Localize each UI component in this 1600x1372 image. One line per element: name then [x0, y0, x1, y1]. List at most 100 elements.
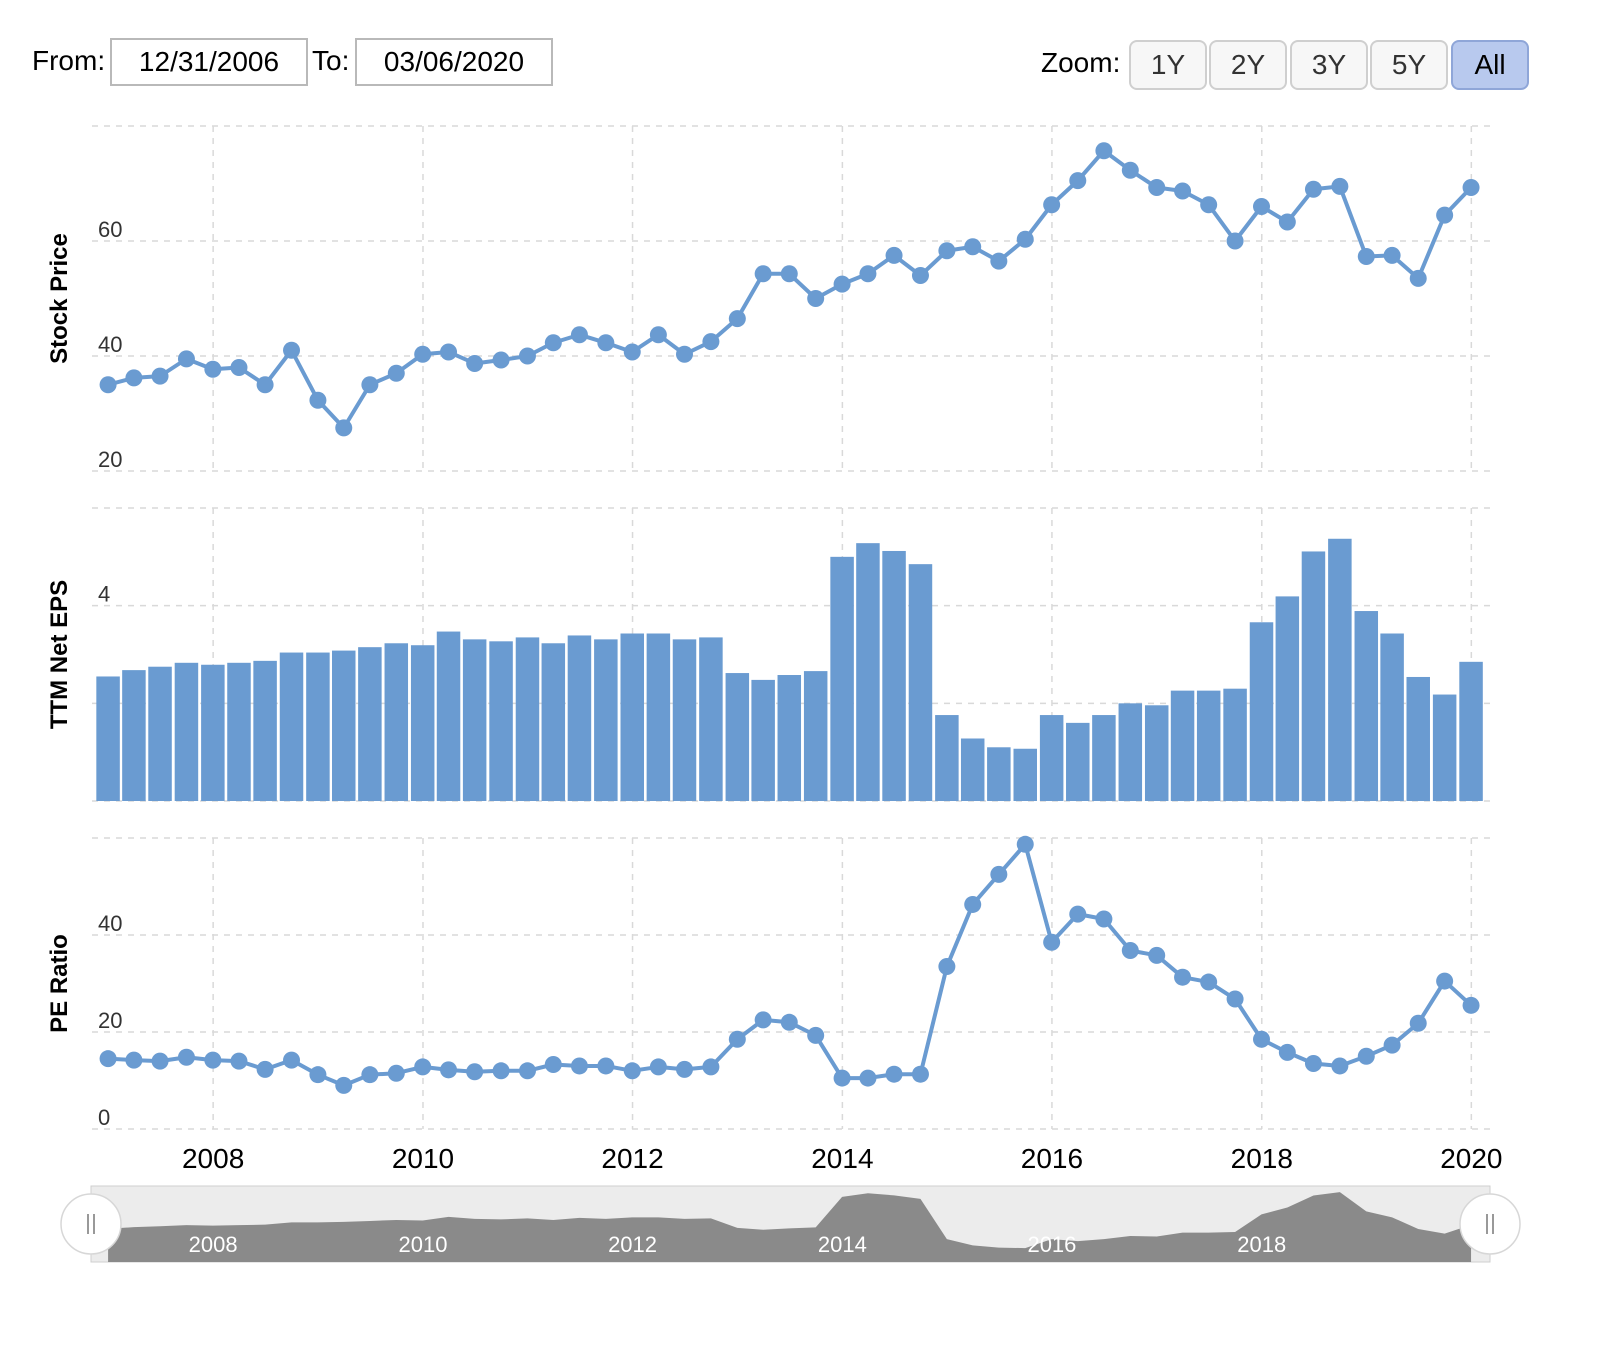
handle-circle[interactable]	[1459, 1193, 1521, 1255]
data-point	[230, 1052, 248, 1070]
data-point	[964, 238, 982, 256]
eps-bar	[122, 670, 146, 801]
x-tick-label: 2008	[182, 1143, 244, 1174]
data-point	[99, 376, 117, 394]
data-point	[125, 1051, 143, 1069]
eps-bar	[1380, 633, 1404, 801]
data-point	[1148, 946, 1166, 964]
data-point	[780, 265, 798, 283]
data-point	[466, 354, 484, 372]
data-point	[544, 334, 562, 352]
data-point	[204, 360, 222, 378]
data-point	[990, 252, 1008, 270]
eps-bar	[567, 635, 592, 801]
y-axis-title: PE Ratio	[46, 934, 73, 1033]
data-point	[440, 1061, 458, 1079]
data-point	[1409, 269, 1427, 287]
stock-charts: 204060Stock Price 024TTM Net EPS 02040PE…	[46, 125, 1521, 1263]
data-point	[387, 1064, 405, 1082]
data-point	[204, 1051, 222, 1069]
data-point	[177, 350, 195, 368]
navigator-tick-label: 2010	[399, 1232, 448, 1257]
data-point	[99, 1050, 117, 1068]
data-point	[309, 1066, 327, 1084]
data-point	[1121, 942, 1139, 960]
data-point	[1121, 161, 1139, 179]
x-tick-label: 2012	[601, 1143, 663, 1174]
data-point	[1226, 232, 1244, 250]
y-axis-title: TTM Net EPS	[46, 580, 73, 729]
navigator-tick-label: 2008	[189, 1232, 238, 1257]
data-point	[544, 1055, 562, 1073]
eps-bar	[1301, 551, 1326, 801]
data-point	[964, 895, 982, 913]
navigator-left-handle[interactable]	[60, 1193, 122, 1255]
eps-bar	[1328, 538, 1352, 801]
eps-bar	[1170, 690, 1195, 801]
data-point	[518, 1062, 536, 1080]
data-point	[283, 1051, 301, 1069]
eps-bar	[1039, 715, 1064, 801]
data-point	[177, 1048, 195, 1066]
eps-bar	[332, 650, 356, 801]
data-point	[335, 1076, 353, 1094]
data-point	[1095, 910, 1113, 928]
data-point	[1252, 198, 1270, 215]
data-point	[754, 1011, 772, 1029]
eps-bar	[541, 643, 566, 801]
data-point	[938, 958, 956, 976]
y-tick-label: 40	[98, 332, 122, 357]
eps-bar	[777, 675, 802, 801]
data-point	[518, 347, 536, 365]
eps-bar	[306, 652, 330, 801]
data-point	[597, 1057, 615, 1075]
data-point	[1226, 990, 1244, 1008]
navigator[interactable]: 2008 2010 2012 2014 2016 2018	[60, 1185, 1521, 1263]
data-point	[702, 333, 720, 351]
eps-bar	[856, 543, 880, 801]
navigator-right-handle[interactable]	[1459, 1193, 1521, 1255]
data-point	[466, 1063, 484, 1081]
eps-bar	[594, 639, 618, 801]
eps-bar	[725, 673, 750, 801]
data-point	[492, 351, 510, 369]
y-tick-label: 60	[98, 217, 122, 242]
data-point	[1357, 1047, 1375, 1065]
data-point	[1069, 172, 1087, 190]
handle-circle[interactable]	[60, 1193, 122, 1255]
data-point	[728, 310, 746, 328]
eps-bar	[646, 633, 671, 801]
data-point	[859, 265, 877, 283]
data-point	[1252, 1030, 1270, 1048]
data-point	[623, 343, 641, 361]
eps-bar	[489, 641, 513, 801]
data-point	[1148, 179, 1166, 197]
data-point	[440, 343, 458, 361]
data-point	[807, 1026, 825, 1044]
eps-bar	[148, 666, 172, 801]
data-point	[1462, 996, 1480, 1014]
eps-bar	[1275, 596, 1300, 801]
data-point	[1331, 177, 1349, 195]
data-point	[151, 1052, 169, 1070]
y-tick-label: 20	[98, 447, 122, 472]
eps-bar	[410, 645, 435, 801]
data-point	[1016, 835, 1034, 853]
eps-bar	[1249, 622, 1274, 801]
eps-bar	[1013, 748, 1037, 801]
data-point	[1383, 1036, 1401, 1054]
data-point	[885, 246, 903, 264]
eps-bar	[462, 639, 487, 801]
eps-bar	[515, 637, 540, 801]
y-tick-label: 0	[98, 1105, 110, 1130]
data-point	[283, 341, 301, 359]
eps-bar	[672, 639, 697, 801]
data-point	[911, 1065, 929, 1083]
eps-bar	[1406, 676, 1430, 801]
data-point	[1043, 196, 1061, 214]
eps-bar	[384, 643, 409, 801]
data-point	[1278, 213, 1296, 231]
data-point	[649, 1058, 667, 1076]
y-tick-label: 20	[98, 1008, 122, 1033]
eps-bar	[1432, 694, 1457, 801]
